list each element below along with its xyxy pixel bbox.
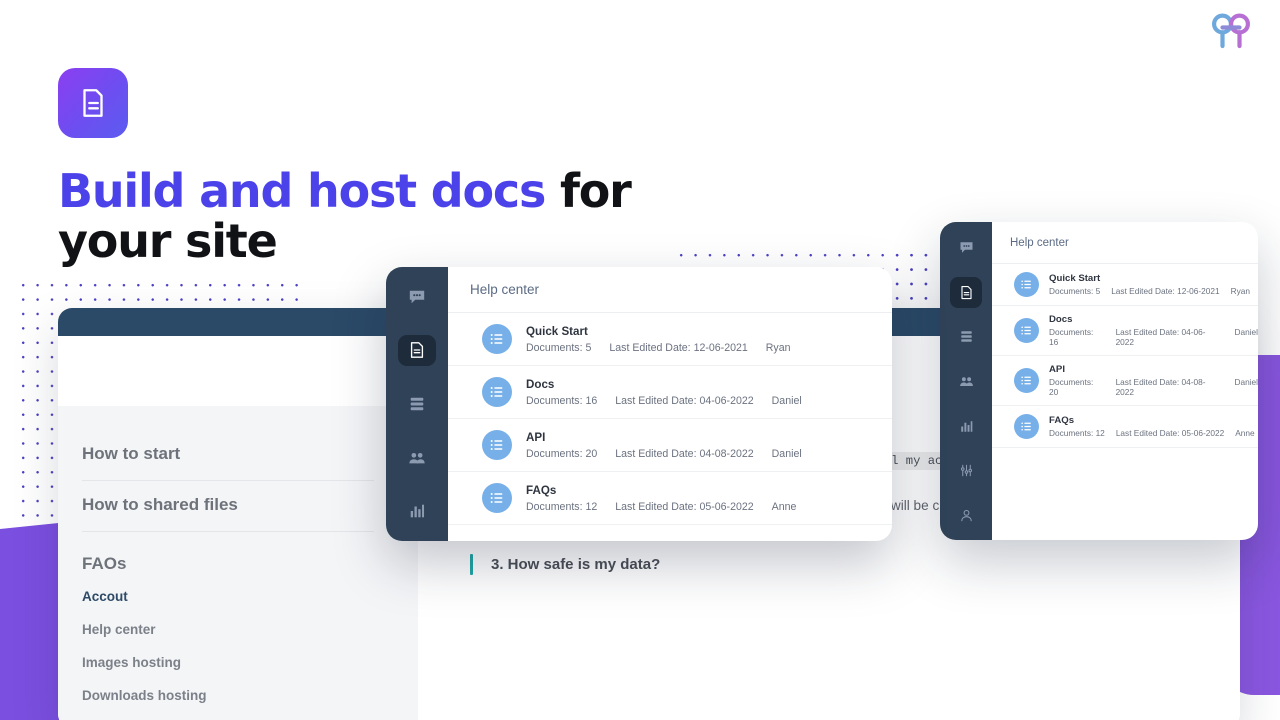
list-item-title: Docs bbox=[1049, 314, 1073, 325]
rail-people-icon-button[interactable] bbox=[398, 442, 436, 474]
list-item-author: Daniel bbox=[1234, 377, 1258, 387]
list-bullets-icon bbox=[482, 377, 512, 407]
rail-document-icon-button[interactable] bbox=[398, 334, 436, 367]
list-item-title: API bbox=[1049, 364, 1065, 375]
list-item[interactable]: FAQs Documents: 12 Last Edited Date: 05-… bbox=[992, 406, 1258, 448]
list-item[interactable]: API Documents: 20 Last Edited Date: 04-0… bbox=[992, 356, 1258, 406]
list-item[interactable]: Quick Start Documents: 5 Last Edited Dat… bbox=[992, 264, 1258, 306]
table-row-edited: Last Edited Date: 04-06-2022 bbox=[615, 394, 754, 407]
list-item-edited: Last Edited Date: 12-06-2021 bbox=[1111, 286, 1220, 296]
list-item-documents: Documents: 16 bbox=[1049, 327, 1094, 347]
table-row[interactable]: Quick Start Documents: 5 Last Edited Dat… bbox=[448, 313, 892, 366]
table-row-title: Quick Start bbox=[526, 324, 588, 338]
hero-document-icon bbox=[58, 68, 128, 138]
table-row[interactable]: FAQs Documents: 12 Last Edited Date: 05-… bbox=[448, 472, 892, 525]
table-row-title: FAQs bbox=[526, 483, 557, 497]
table-row-author: Anne bbox=[771, 500, 797, 513]
table-row-edited: Last Edited Date: 04-08-2022 bbox=[615, 447, 754, 460]
page-stage: Build and host docs for your site How to… bbox=[0, 0, 1280, 720]
card-main-content: Help center Quick Start Documents: 5 Las… bbox=[448, 267, 892, 541]
docs-sidebar: How to start How to shared files FAOs Ac… bbox=[58, 406, 418, 720]
list-item-author: Ryan bbox=[1230, 286, 1250, 296]
rail-list-stack-icon-button[interactable] bbox=[398, 388, 436, 420]
table-row-documents: Documents: 16 bbox=[526, 394, 598, 407]
faq-question-3: 3. How safe is my data? bbox=[470, 553, 1200, 575]
list-bullets-icon bbox=[1014, 368, 1039, 393]
table-row-title: Docs bbox=[526, 377, 555, 391]
list-bullets-icon bbox=[1014, 272, 1039, 297]
card-main-rail bbox=[386, 267, 448, 541]
rail-list-stack-icon-button[interactable] bbox=[950, 321, 982, 353]
table-row-author: Daniel bbox=[771, 394, 802, 407]
list-item-edited: Last Edited Date: 04-06-2022 bbox=[1115, 327, 1206, 347]
rail-document-icon-button[interactable] bbox=[950, 276, 982, 309]
list-item[interactable]: Docs Documents: 16 Last Edited Date: 04-… bbox=[992, 306, 1258, 356]
list-item-title: FAQs bbox=[1049, 415, 1075, 426]
card-side-rail bbox=[940, 222, 992, 540]
sidebar-item-downloads-hosting[interactable]: Downloads hosting bbox=[82, 679, 374, 712]
sidebar-section-how-to-shared-files[interactable]: How to shared files bbox=[82, 481, 374, 532]
list-bullets-icon bbox=[482, 483, 512, 513]
rail-people-icon-button[interactable] bbox=[950, 366, 982, 398]
table-row-documents: Documents: 20 bbox=[526, 447, 598, 460]
card-main-header-title: Help center bbox=[448, 267, 892, 313]
list-item-author: Daniel bbox=[1234, 327, 1258, 337]
list-bullets-icon bbox=[482, 430, 512, 460]
rail-chart-icon-button[interactable] bbox=[950, 410, 982, 442]
list-item-title: Quick Start bbox=[1049, 273, 1101, 284]
list-item-edited: Last Edited Date: 04-08-2022 bbox=[1115, 377, 1206, 397]
table-row[interactable]: Docs Documents: 16 Last Edited Date: 04-… bbox=[448, 366, 892, 419]
table-row-author: Ryan bbox=[765, 341, 791, 354]
sidebar-item-help-center[interactable]: Help center bbox=[82, 613, 374, 646]
table-row-author: Daniel bbox=[771, 447, 802, 460]
help-center-card-secondary: Help center Quick Start Documents: 5 Las… bbox=[940, 222, 1258, 540]
sidebar-section-how-to-start[interactable]: How to start bbox=[82, 430, 374, 481]
rail-chart-icon-button[interactable] bbox=[398, 495, 436, 527]
rail-chat-icon-button[interactable] bbox=[398, 281, 436, 313]
table-row-edited: Last Edited Date: 05-06-2022 bbox=[615, 500, 754, 513]
sidebar-item-images-hosting[interactable]: Images hosting bbox=[82, 646, 374, 679]
list-bullets-icon bbox=[1014, 318, 1039, 343]
list-item-edited: Last Edited Date: 05-06-2022 bbox=[1115, 428, 1225, 438]
rail-chat-icon-button[interactable] bbox=[950, 232, 982, 264]
table-row-title: API bbox=[526, 430, 546, 444]
rail-sliders-icon-button[interactable] bbox=[950, 455, 982, 487]
table-row[interactable]: API Documents: 20 Last Edited Date: 04-0… bbox=[448, 419, 892, 472]
table-row-edited: Last Edited Date: 12-06-2021 bbox=[609, 341, 748, 354]
table-row-documents: Documents: 12 bbox=[526, 500, 598, 513]
decor-dot-grid-right-lower bbox=[888, 246, 934, 312]
page-title: Build and host docs for your site bbox=[58, 166, 698, 266]
sidebar-section-faos[interactable]: FAOs bbox=[82, 532, 374, 580]
page-title-accent: Build and host docs bbox=[58, 164, 546, 218]
list-item-documents: Documents: 5 bbox=[1049, 286, 1101, 296]
list-item-documents: Documents: 20 bbox=[1049, 377, 1094, 397]
table-row-documents: Documents: 5 bbox=[526, 341, 592, 354]
list-item-documents: Documents: 12 bbox=[1049, 428, 1105, 438]
list-bullets-icon bbox=[1014, 414, 1039, 439]
sidebar-item-accout[interactable]: Accout bbox=[82, 580, 374, 613]
help-center-card-primary: Help center Quick Start Documents: 5 Las… bbox=[386, 267, 892, 541]
hero: Build and host docs for your site bbox=[58, 68, 698, 266]
card-side-content: Help center Quick Start Documents: 5 Las… bbox=[992, 222, 1258, 540]
card-side-header-title: Help center bbox=[992, 222, 1258, 264]
qp-logo bbox=[1208, 10, 1254, 54]
list-item-author: Anne bbox=[1235, 428, 1255, 438]
rail-user-icon-button[interactable] bbox=[950, 499, 982, 531]
list-bullets-icon bbox=[482, 324, 512, 354]
